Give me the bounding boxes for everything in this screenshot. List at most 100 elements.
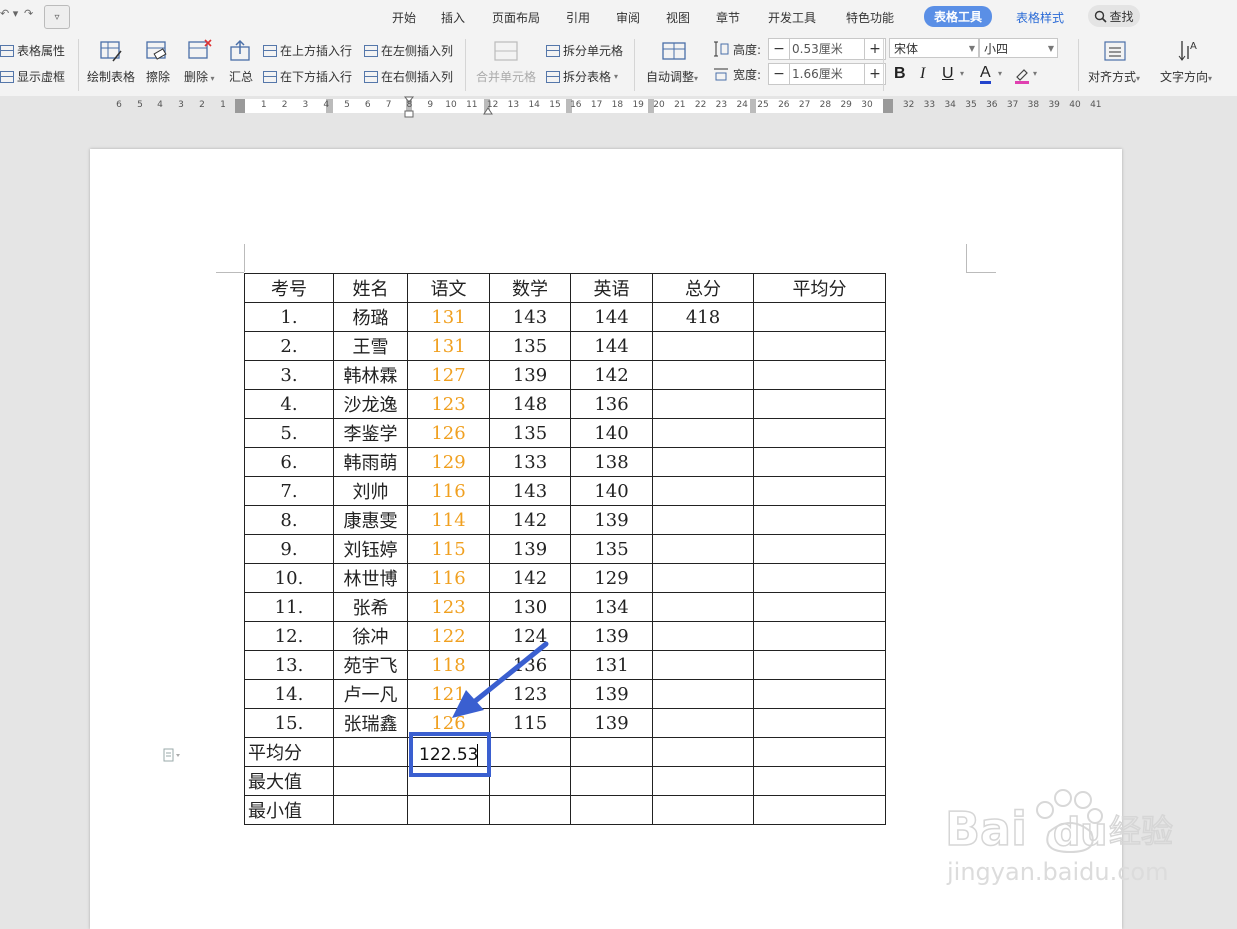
header-math[interactable]: 数学 <box>489 273 571 303</box>
cell-exam-no[interactable]: 6. <box>244 447 334 477</box>
font-size-select[interactable]: 小四 ▼ <box>979 38 1058 58</box>
cell-chinese-score[interactable]: 127 <box>407 360 490 390</box>
insert-row-below-button[interactable]: 在下方插入行 <box>263 68 352 85</box>
merge-cells-button[interactable]: 合并单元格 <box>476 68 536 85</box>
footer-label-min[interactable]: 最小值 <box>244 795 334 825</box>
cell-average-score[interactable] <box>753 360 886 390</box>
tab-view[interactable]: 视图 <box>666 9 690 26</box>
table-cell[interactable] <box>489 795 571 825</box>
cell-average-score[interactable] <box>753 650 886 680</box>
footer-label-average[interactable]: 平均分 <box>244 737 334 767</box>
cell-exam-no[interactable]: 12. <box>244 621 334 651</box>
ruler-margin-right[interactable] <box>883 99 893 113</box>
cell-english-score[interactable]: 135 <box>570 534 653 564</box>
table-cell[interactable] <box>652 766 754 796</box>
cell-english-score[interactable]: 129 <box>570 563 653 593</box>
cell-student-name[interactable]: 苑宇飞 <box>333 650 408 680</box>
cell-average-score[interactable] <box>753 621 886 651</box>
cell-total-score[interactable] <box>652 418 754 448</box>
tab-chapter[interactable]: 章节 <box>716 9 740 26</box>
header-average[interactable]: 平均分 <box>753 273 886 303</box>
cell-math-score[interactable]: 139 <box>489 360 571 390</box>
cell-chinese-score[interactable]: 123 <box>407 389 490 419</box>
table-cell[interactable] <box>753 766 886 796</box>
width-decrease-button[interactable]: − <box>769 64 789 84</box>
table-cell[interactable] <box>570 766 653 796</box>
table-cell[interactable] <box>570 737 653 767</box>
cell-exam-no[interactable]: 1. <box>244 302 334 332</box>
cell-average-score[interactable] <box>753 534 886 564</box>
cell-student-name[interactable]: 林世博 <box>333 563 408 593</box>
cell-total-score[interactable] <box>652 563 754 593</box>
search-button[interactable]: 查找 <box>1088 5 1140 27</box>
chevron-down-icon[interactable]: ▾ <box>1033 69 1037 78</box>
cell-math-score[interactable]: 130 <box>489 592 571 622</box>
chevron-down-icon[interactable]: ▾ <box>960 69 964 78</box>
cell-math-score[interactable]: 148 <box>489 389 571 419</box>
tab-insert[interactable]: 插入 <box>441 9 465 26</box>
width-input[interactable]: 1.66厘米 <box>789 64 865 84</box>
cell-math-score[interactable]: 142 <box>489 505 571 535</box>
cell-exam-no[interactable]: 14. <box>244 679 334 709</box>
width-spinner[interactable]: − 1.66厘米 + <box>768 63 886 85</box>
cell-english-score[interactable]: 142 <box>570 360 653 390</box>
cell-math-score[interactable]: 135 <box>489 331 571 361</box>
height-increase-button[interactable]: + <box>865 39 885 59</box>
height-spinner[interactable]: − 0.53厘米 + <box>768 38 886 60</box>
erase-button[interactable]: 擦除 <box>146 68 170 85</box>
cell-student-name[interactable]: 王雪 <box>333 331 408 361</box>
cell-average-score[interactable] <box>753 302 886 332</box>
tab-table-style[interactable]: 表格样式 <box>1016 9 1064 26</box>
auto-fit-button[interactable]: 自动调整▾ <box>646 68 698 85</box>
cell-average-score[interactable] <box>753 679 886 709</box>
tab-page-layout[interactable]: 页面布局 <box>492 9 540 26</box>
cell-math-score[interactable]: 142 <box>489 563 571 593</box>
cell-average-score[interactable] <box>753 505 886 535</box>
cell-student-name[interactable]: 刘钰婷 <box>333 534 408 564</box>
cell-english-score[interactable]: 144 <box>570 331 653 361</box>
cell-total-score[interactable] <box>652 331 754 361</box>
cell-chinese-score[interactable]: 115 <box>407 534 490 564</box>
cell-average-score[interactable] <box>753 476 886 506</box>
cell-student-name[interactable]: 康惠雯 <box>333 505 408 535</box>
cell-average-score[interactable] <box>753 447 886 477</box>
cell-average-score[interactable] <box>753 563 886 593</box>
cell-total-score[interactable] <box>652 534 754 564</box>
tab-developer[interactable]: 开发工具 <box>768 9 816 26</box>
cell-total-score[interactable] <box>652 679 754 709</box>
draw-table-button[interactable]: 绘制表格 <box>87 68 135 85</box>
cell-english-score[interactable]: 138 <box>570 447 653 477</box>
redo-icon[interactable]: ↷ <box>24 7 33 25</box>
footer-label-max[interactable]: 最大值 <box>244 766 334 796</box>
split-cells-button[interactable]: 拆分单元格 <box>546 42 623 59</box>
table-cell[interactable] <box>489 737 571 767</box>
tab-review[interactable]: 审阅 <box>616 9 640 26</box>
cell-student-name[interactable]: 张希 <box>333 592 408 622</box>
cell-exam-no[interactable]: 9. <box>244 534 334 564</box>
tab-table-tools[interactable]: 表格工具 <box>924 6 993 27</box>
cell-total-score[interactable] <box>652 650 754 680</box>
cell-total-score[interactable] <box>652 360 754 390</box>
tab-references[interactable]: 引用 <box>566 9 590 26</box>
cell-english-score[interactable]: 144 <box>570 302 653 332</box>
cell-student-name[interactable]: 刘帅 <box>333 476 408 506</box>
quick-access-dropdown[interactable]: ▿ <box>44 5 70 29</box>
cell-exam-no[interactable]: 4. <box>244 389 334 419</box>
table-cell[interactable] <box>652 795 754 825</box>
undo-icon[interactable]: ↶ ▾ <box>0 7 18 25</box>
insert-col-right-button[interactable]: 在右侧插入列 <box>364 68 453 85</box>
header-english[interactable]: 英语 <box>570 273 653 303</box>
cell-math-score[interactable]: 133 <box>489 447 571 477</box>
align-button[interactable]: 对齐方式▾ <box>1088 68 1140 85</box>
cell-chinese-score[interactable]: 131 <box>407 331 490 361</box>
italic-button[interactable]: I <box>920 65 925 83</box>
tab-home[interactable]: 开始 <box>392 9 416 26</box>
cell-exam-no[interactable]: 10. <box>244 563 334 593</box>
ruler-column-marker[interactable] <box>750 99 756 113</box>
text-direction-button[interactable]: 文字方向▾ <box>1160 68 1212 85</box>
cell-average-score[interactable] <box>753 418 886 448</box>
cell-student-name[interactable]: 卢一凡 <box>333 679 408 709</box>
bold-button[interactable]: B <box>894 65 906 83</box>
table-cell[interactable] <box>333 766 408 796</box>
cell-total-score[interactable] <box>652 389 754 419</box>
